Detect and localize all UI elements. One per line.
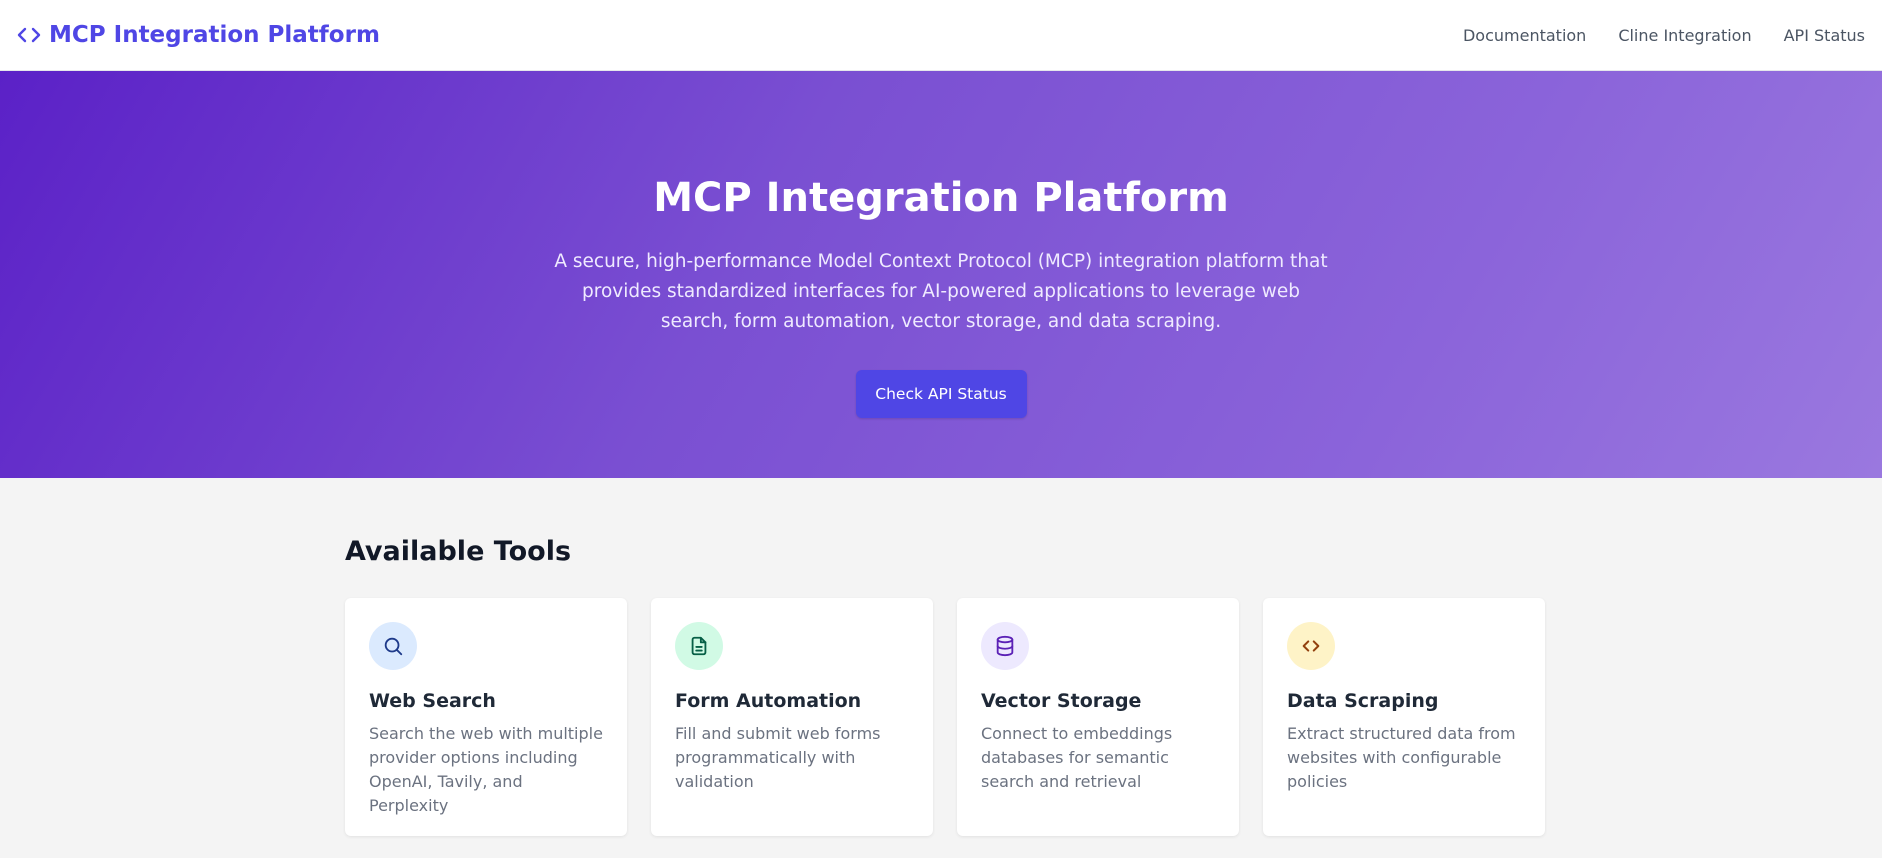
document-icon <box>675 622 723 670</box>
nav-links: Documentation Cline Integration API Stat… <box>1463 26 1865 45</box>
tool-card-description: Fill and submit web forms programmatical… <box>675 724 881 791</box>
nav-link-api-status[interactable]: API Status <box>1784 26 1865 45</box>
tool-card-data-scraping[interactable]: Data Scraping Extract structured data fr… <box>1263 598 1545 836</box>
hero-description: A secure, high-performance Model Context… <box>554 251 1328 332</box>
nav-link-documentation[interactable]: Documentation <box>1463 26 1586 45</box>
tools-heading: Available Tools <box>345 536 572 567</box>
tool-card-description: Connect to embeddings databases for sema… <box>981 724 1173 791</box>
nav-link-cline-integration[interactable]: Cline Integration <box>1618 26 1751 45</box>
tool-card-description: Search the web with multiple provider op… <box>369 724 603 815</box>
tool-card-title: Data Scraping <box>1287 690 1439 712</box>
code-icon <box>1287 622 1335 670</box>
top-navbar: MCP Integration Platform Documentation C… <box>0 0 1882 71</box>
tool-card-title: Web Search <box>369 690 496 712</box>
tool-cards: Web Search Search the web with multiple … <box>345 598 1882 836</box>
brand[interactable]: MCP Integration Platform <box>17 22 380 48</box>
tool-card-description: Extract structured data from websites wi… <box>1287 724 1516 791</box>
search-icon <box>369 622 417 670</box>
code-icon <box>17 23 41 47</box>
tool-card-vector-storage[interactable]: Vector Storage Connect to embeddings dat… <box>957 598 1239 836</box>
database-icon <box>981 622 1029 670</box>
tool-card-title: Vector Storage <box>981 690 1142 712</box>
hero-title: MCP Integration Platform <box>653 175 1229 221</box>
brand-title: MCP Integration Platform <box>49 22 380 48</box>
tool-card-form-automation[interactable]: Form Automation Fill and submit web form… <box>651 598 933 836</box>
tool-card-title: Form Automation <box>675 690 862 712</box>
tool-card-web-search[interactable]: Web Search Search the web with multiple … <box>345 598 627 836</box>
check-api-status-button[interactable]: Check API Status <box>855 370 1027 418</box>
hero-section: MCP Integration Platform A secure, high-… <box>0 71 1882 478</box>
tools-section: Available Tools Web Search Search the we… <box>0 478 1882 836</box>
